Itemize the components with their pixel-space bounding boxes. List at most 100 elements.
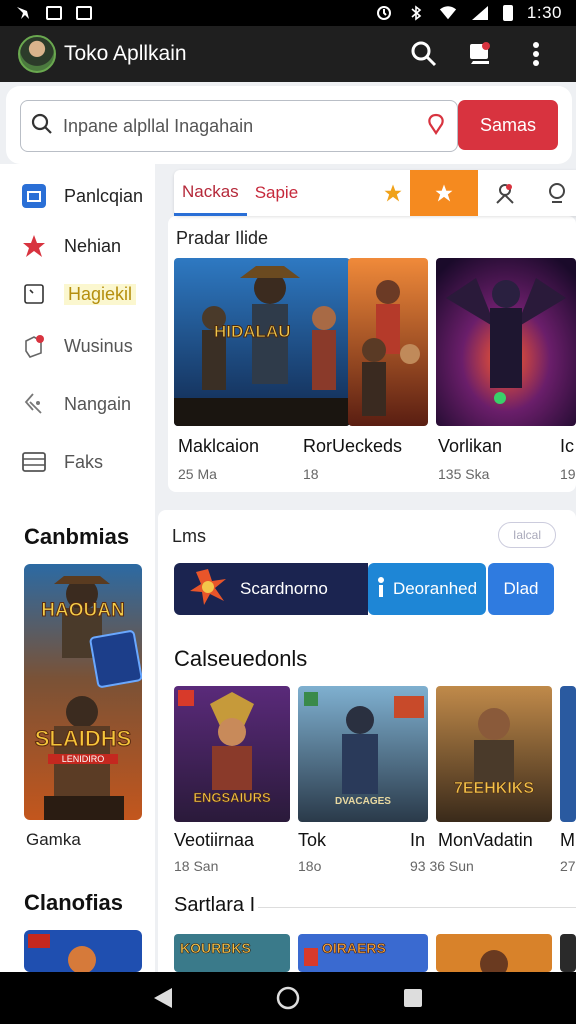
star-icon [20,232,48,260]
game-art[interactable] [436,934,552,972]
sidebar-item-nangain[interactable]: Nangain [20,384,155,424]
star-icon[interactable] [376,170,410,216]
recents-icon[interactable] [393,978,433,1018]
game-name: MonVadatin [438,830,533,850]
sidebar-item-nehian[interactable]: Nehian [20,226,155,266]
game-name: Maklcaion [178,436,260,456]
favorite-icon[interactable] [410,170,478,216]
image-icon [46,6,62,20]
game-name-prefix: In [410,830,426,850]
calendar-icon [20,182,48,210]
game-thumbnail[interactable]: HAOUAN SLAIDHS LENIDIRO [24,564,142,820]
game-size: 18 [303,466,319,482]
more-icon[interactable] [514,32,558,76]
status-left [14,5,92,21]
game-name: M [560,830,575,850]
game-art-title: KOURBKS [180,940,251,957]
game-art[interactable]: OIRAERS [298,934,428,972]
search-button[interactable]: Samas [458,100,558,150]
game-size: 93 36 Sun [410,858,474,874]
notification-icon [14,5,32,21]
game-caption: Gamka [26,830,81,849]
wifi-icon [439,5,457,21]
sidebar-item-panlcqian[interactable]: Panlcqian [20,176,155,216]
main-content: Pradar Ilide HIDALAU Maklcaion RorUecked… [158,164,576,972]
game-art[interactable]: ENGSAIURS [174,686,290,822]
game-art[interactable]: HIDALAU [174,258,350,426]
search-input[interactable] [63,115,425,137]
tab-sapie[interactable]: Sapie [247,170,306,216]
app-root: 1:30 Toko Apllkain Samas [0,0,576,1024]
sidebar: Panlcqian Nehian Hagiekil Wusinus Nangai… [0,164,155,972]
divider [258,907,576,908]
voice-search-icon[interactable] [425,113,447,140]
download-label: Deoranhed [392,579,478,598]
game-size: 18 San [174,858,219,874]
search-icon[interactable] [402,32,446,76]
status-time: 1:30 [526,3,562,22]
game-name: Tok [298,830,327,850]
game-art-title: OIRAERS [322,940,386,957]
alarm-icon [375,5,393,21]
game-art-title: HIDALAU [214,322,291,342]
section-title: Sartlara I [174,894,256,916]
info-icon [377,576,385,603]
section-heading: Canbmias [24,524,130,549]
sidebar-item-label: Hagiekil [64,283,137,305]
sidebar-item-wusinus[interactable]: Wusinus [20,326,155,366]
search-box[interactable] [20,100,458,152]
burst-icon [188,567,228,612]
status-right: 1:30 [375,3,562,23]
game-name: RorUeckeds [303,436,403,456]
filter-pill[interactable]: Ialcal [498,522,556,548]
game-art[interactable]: 7EEHKIKS [436,686,552,822]
mail-icon [76,6,92,20]
battery-icon [502,5,513,21]
list-icon [20,448,48,476]
game-art[interactable] [348,258,428,426]
game-name: Veotiirnaa [174,830,255,850]
app-title: Toko Apllkain [64,42,187,65]
sidebar-item-label: Nangain [64,393,132,414]
notification-icon [20,332,48,360]
game-name: Ic [560,436,575,456]
notifications-icon[interactable] [458,32,502,76]
section-title: Calseuedonls [174,646,308,671]
sidebar-item-faks[interactable]: Faks [20,442,155,482]
game-art[interactable] [436,258,576,426]
home-icon[interactable] [268,978,308,1018]
search-card: Samas [6,86,572,164]
avatar[interactable] [18,35,56,73]
game-size: 19 [560,466,576,482]
game-size: 18o [298,858,322,874]
tab-nackas[interactable]: Nackas [174,170,247,216]
game-art-title: 7EEHKIKS [453,780,535,798]
promo-banner[interactable]: Scardnorno [174,563,368,615]
game-name: Vorlikan [438,436,503,456]
tabs-bar: Nackas Sapie [174,170,576,216]
section-title: Lms [172,526,207,546]
thumb-title: HAOUAN [41,600,125,622]
document-icon [20,280,48,308]
signal-icon [471,5,489,21]
game-art[interactable]: KOURBKS [174,934,290,972]
download-button[interactable]: Deoranhed [368,563,486,615]
tab-label: Nackas [182,181,239,201]
game-art-title: ENGSAIURS [193,790,271,806]
game-art[interactable] [560,934,576,972]
sidebar-item-label: Wusinus [64,335,133,356]
featured-card: Pradar Ilide HIDALAU Maklcaion RorUecked… [168,216,576,492]
tab-spacer [306,170,376,216]
user-icon[interactable] [478,170,532,216]
tab-label: Sapie [254,183,299,202]
promo-label: Scardnorno [240,579,328,598]
sidebar-item-hagiekil[interactable]: Hagiekil [20,274,155,314]
profile-icon[interactable] [532,170,576,216]
dlad-button[interactable]: Dlad [488,563,554,615]
sidebar-item-label: Faks [64,451,104,472]
game-thumbnail[interactable] [24,930,142,972]
section-title: Pradar Ilide [176,228,269,248]
game-art[interactable]: DVACAGES [298,686,428,822]
game-art[interactable] [560,686,576,822]
back-icon[interactable] [143,978,183,1018]
